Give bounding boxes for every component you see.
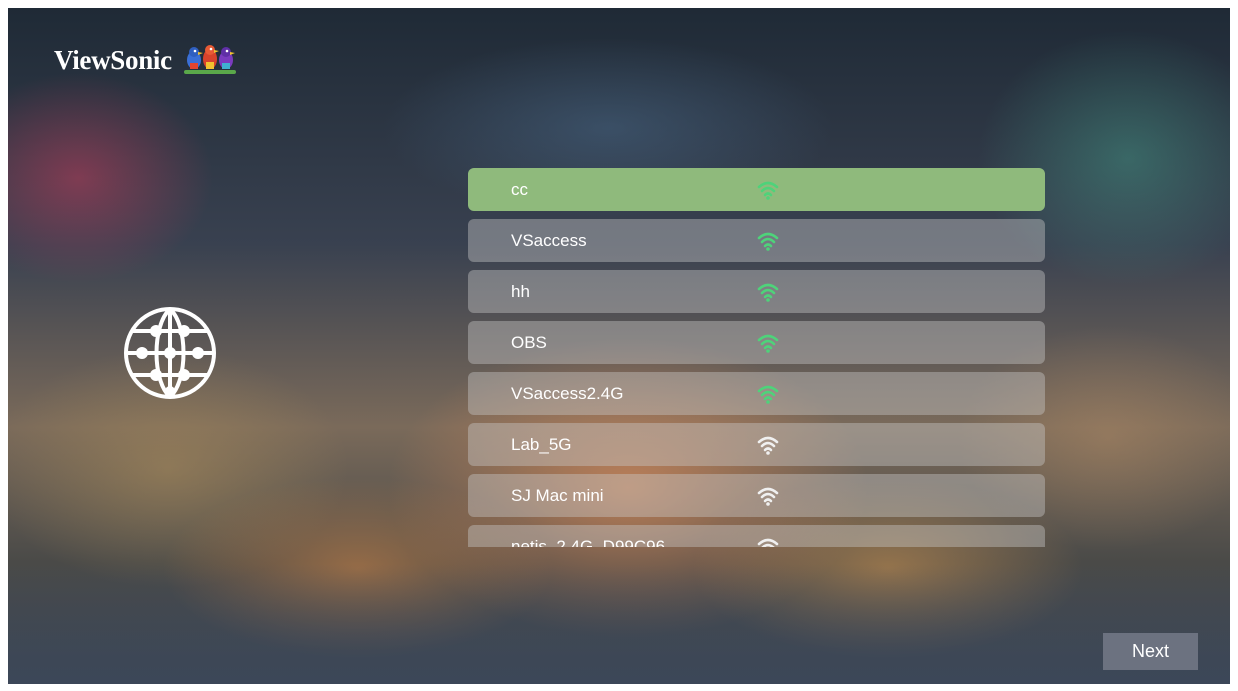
wifi-icon: [757, 436, 779, 455]
network-row[interactable]: VSaccess: [468, 219, 1045, 262]
network-name: SJ Mac mini: [511, 486, 604, 505]
network-row[interactable]: netis_2.4G_D99C96: [468, 525, 1045, 547]
projector-screen: ViewSonic cc VSaccess hh OBS VSaccess2.4…: [8, 8, 1230, 684]
globe-network-icon: [124, 307, 216, 399]
network-row[interactable]: cc: [468, 168, 1045, 211]
network-name: OBS: [511, 333, 547, 352]
wifi-icon: [757, 538, 779, 547]
network-name: Lab_5G: [511, 435, 572, 454]
network-name: VSaccess2.4G: [511, 384, 624, 403]
network-row[interactable]: OBS: [468, 321, 1045, 364]
wifi-icon: [757, 487, 779, 506]
network-row[interactable]: VSaccess2.4G: [468, 372, 1045, 415]
network-row[interactable]: hh: [468, 270, 1045, 313]
network-name: cc: [511, 180, 528, 199]
wifi-icon: [757, 181, 779, 200]
network-name: netis_2.4G_D99C96: [511, 537, 666, 547]
wifi-icon: [757, 385, 779, 404]
wifi-icon: [757, 283, 779, 302]
wifi-network-list[interactable]: cc VSaccess hh OBS VSaccess2.4G Lab_5G SJ Mac …: [468, 168, 1046, 547]
network-name: hh: [511, 282, 530, 301]
background-bottom-fade: [8, 564, 1230, 684]
viewsonic-birds-logo-icon: [183, 45, 236, 74]
brand-name: ViewSonic: [54, 44, 172, 75]
next-button[interactable]: Next: [1103, 633, 1198, 670]
network-row[interactable]: Lab_5G: [468, 423, 1045, 466]
brand-header: ViewSonic: [54, 40, 240, 80]
wifi-icon: [757, 334, 779, 353]
network-name: VSaccess: [511, 231, 587, 250]
wifi-icon: [757, 232, 779, 251]
network-row[interactable]: SJ Mac mini: [468, 474, 1045, 517]
